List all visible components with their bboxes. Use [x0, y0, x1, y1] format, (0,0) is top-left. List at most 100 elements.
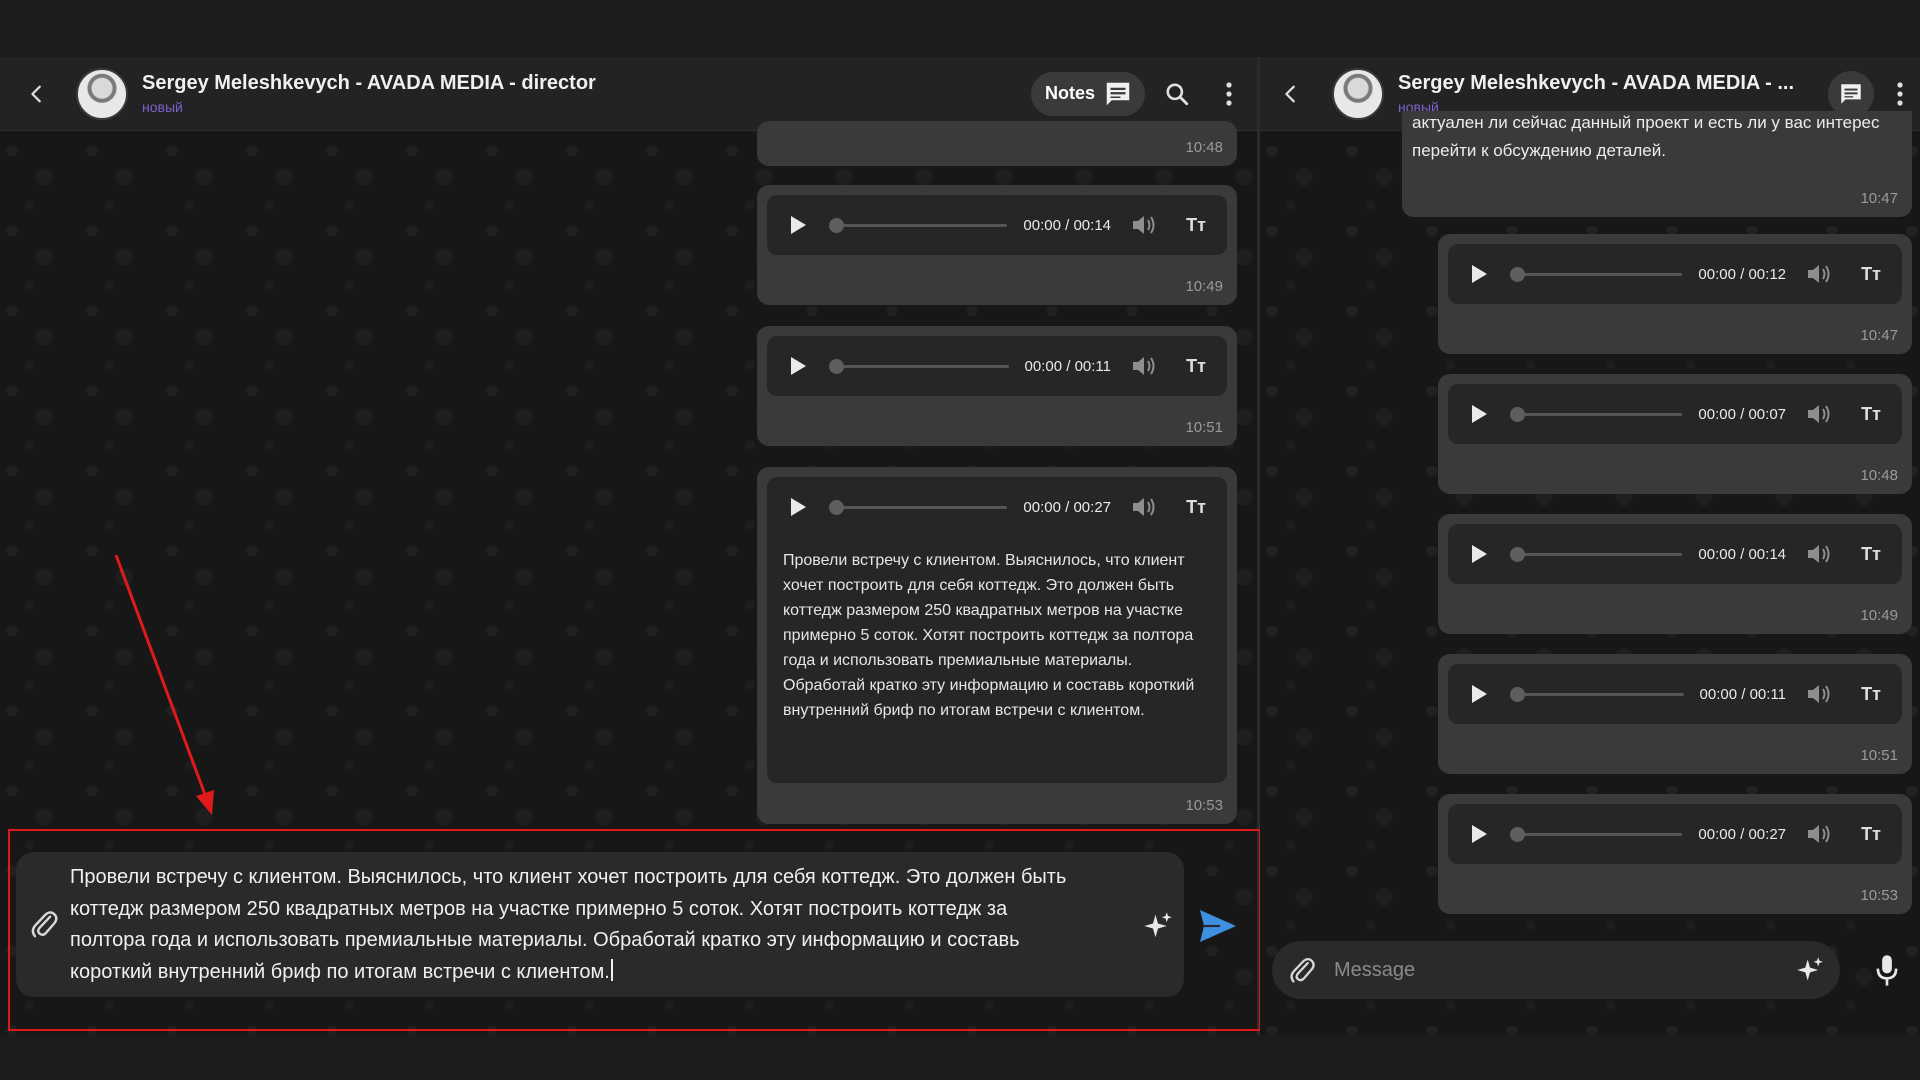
message-time: 10:49 [1860, 607, 1898, 624]
chat-title: Sergey Meleshkevych - AVADA MEDIA - ... [1398, 72, 1795, 94]
volume-button[interactable] [1127, 349, 1161, 383]
audio-progress[interactable] [1510, 546, 1683, 562]
audio-player: 00:00 / 00:11 Tт [1448, 664, 1902, 724]
progress-knob[interactable] [1510, 546, 1525, 562]
progress-knob[interactable] [1510, 686, 1525, 702]
audio-player-with-transcript: 00:00 / 00:27 Tт Провели встречу с клиен… [767, 477, 1227, 783]
volume-button[interactable] [1802, 537, 1836, 571]
transcript-text: Провели встречу с клиентом. Выяснилось, … [783, 552, 1195, 719]
transcribe-button[interactable]: Tт [1854, 677, 1888, 711]
search-icon [1166, 82, 1189, 105]
back-button[interactable] [1274, 77, 1308, 111]
progress-knob[interactable] [829, 217, 844, 233]
volume-button[interactable] [1127, 208, 1161, 242]
progress-knob[interactable] [1510, 266, 1525, 282]
progress-knob[interactable] [1510, 826, 1525, 842]
volume-button[interactable] [1802, 677, 1836, 711]
play-icon [1472, 405, 1487, 423]
paperclip-icon [1290, 958, 1315, 983]
attach-button[interactable] [1282, 950, 1322, 990]
chat-title: Sergey Meleshkevych - AVADA MEDIA - dire… [142, 72, 596, 94]
audio-progress[interactable] [1510, 406, 1683, 422]
audio-time: 00:00 / 00:07 [1698, 405, 1786, 423]
progress-knob[interactable] [1510, 406, 1525, 422]
play-icon [1472, 685, 1487, 703]
notes-icon [1106, 82, 1130, 105]
play-button[interactable] [1462, 537, 1496, 571]
audio-message: 00:00 / 00:14 Tт 10:49 [1438, 514, 1912, 634]
audio-player: 00:00 / 00:14 Tт [767, 195, 1227, 255]
play-button[interactable] [1462, 677, 1496, 711]
volume-icon [1808, 545, 1830, 563]
progress-knob[interactable] [829, 358, 844, 374]
audio-progress[interactable] [829, 358, 1009, 374]
avatar[interactable] [1332, 67, 1384, 120]
chat-status: новый [142, 99, 183, 115]
volume-button[interactable] [1802, 817, 1836, 851]
text-size-icon: Tт [1186, 214, 1206, 235]
message-time: 10:53 [1185, 797, 1223, 814]
volume-button[interactable] [1127, 490, 1161, 524]
transcribe-button[interactable]: Tт [1854, 817, 1888, 851]
text-size-icon: Tт [1861, 543, 1881, 564]
back-button[interactable] [20, 77, 54, 111]
message-time: 10:48 [1860, 467, 1898, 484]
ai-assist-button[interactable] [1790, 950, 1830, 990]
transcribe-button[interactable]: Tт [1854, 537, 1888, 571]
message-time: 10:48 [1185, 139, 1223, 156]
audio-time: 00:00 / 00:11 [1699, 685, 1786, 703]
progress-knob[interactable] [829, 499, 844, 515]
audio-progress[interactable] [1510, 826, 1683, 842]
audio-progress[interactable] [1510, 266, 1683, 282]
notes-button[interactable]: Notes [1030, 71, 1145, 116]
audio-message: 00:00 / 00:27 Tт 10:53 [1438, 794, 1912, 914]
right-chat-panel: Sergey Meleshkevych - AVADA MEDIA - ... … [1260, 57, 1920, 1035]
back-arrow-icon [31, 85, 41, 102]
text-size-icon: Tт [1186, 355, 1206, 376]
microphone-button[interactable] [1865, 949, 1909, 993]
more-vertical-icon [1226, 81, 1232, 106]
audio-time: 00:00 / 00:12 [1698, 265, 1786, 283]
audio-time: 00:00 / 00:27 [1698, 825, 1786, 843]
message-time: 10:53 [1860, 887, 1898, 904]
audio-progress[interactable] [1510, 686, 1684, 702]
play-button[interactable] [781, 490, 815, 524]
search-button[interactable] [1157, 74, 1197, 114]
transcribe-button[interactable]: Tт [1179, 349, 1213, 383]
play-button[interactable] [781, 208, 815, 242]
audio-progress[interactable] [829, 499, 1008, 515]
play-icon [1472, 545, 1487, 563]
volume-button[interactable] [1802, 257, 1836, 291]
audio-player: 00:00 / 00:11 Tт [767, 336, 1227, 396]
play-button[interactable] [1462, 257, 1496, 291]
transcribe-button[interactable]: Tт [1179, 490, 1213, 524]
audio-player: 00:00 / 00:27 Tт [1448, 804, 1902, 864]
chat-title-block[interactable]: Sergey Meleshkevych - AVADA MEDIA - dire… [142, 72, 596, 115]
chat-icon [1841, 83, 1861, 104]
volume-button[interactable] [1802, 397, 1836, 431]
play-button[interactable] [1462, 397, 1496, 431]
volume-icon [1808, 825, 1830, 843]
audio-time: 00:00 / 00:11 [1024, 357, 1111, 375]
play-icon [791, 216, 806, 234]
play-icon [1472, 265, 1487, 283]
sparkle-icon [1797, 957, 1823, 981]
message-input[interactable] [1332, 957, 1790, 983]
audio-time: 00:00 / 00:27 [1023, 498, 1111, 516]
volume-icon [1133, 216, 1155, 234]
text-size-icon: Tт [1861, 823, 1881, 844]
transcribe-button[interactable]: Tт [1854, 257, 1888, 291]
microphone-icon [1876, 955, 1898, 986]
play-button[interactable] [781, 349, 815, 383]
avatar[interactable] [76, 67, 128, 120]
volume-icon [1808, 685, 1830, 703]
more-options-button[interactable] [1880, 74, 1920, 114]
more-options-button[interactable] [1209, 74, 1249, 114]
composer-highlight-box [8, 829, 1261, 1031]
message-bubble: 10:48 [757, 121, 1237, 166]
transcribe-button[interactable]: Tт [1179, 208, 1213, 242]
transcribe-button[interactable]: Tт [1854, 397, 1888, 431]
message-text: актуален ли сейчас данный проект и есть … [1412, 113, 1880, 160]
play-button[interactable] [1462, 817, 1496, 851]
audio-progress[interactable] [829, 217, 1008, 233]
